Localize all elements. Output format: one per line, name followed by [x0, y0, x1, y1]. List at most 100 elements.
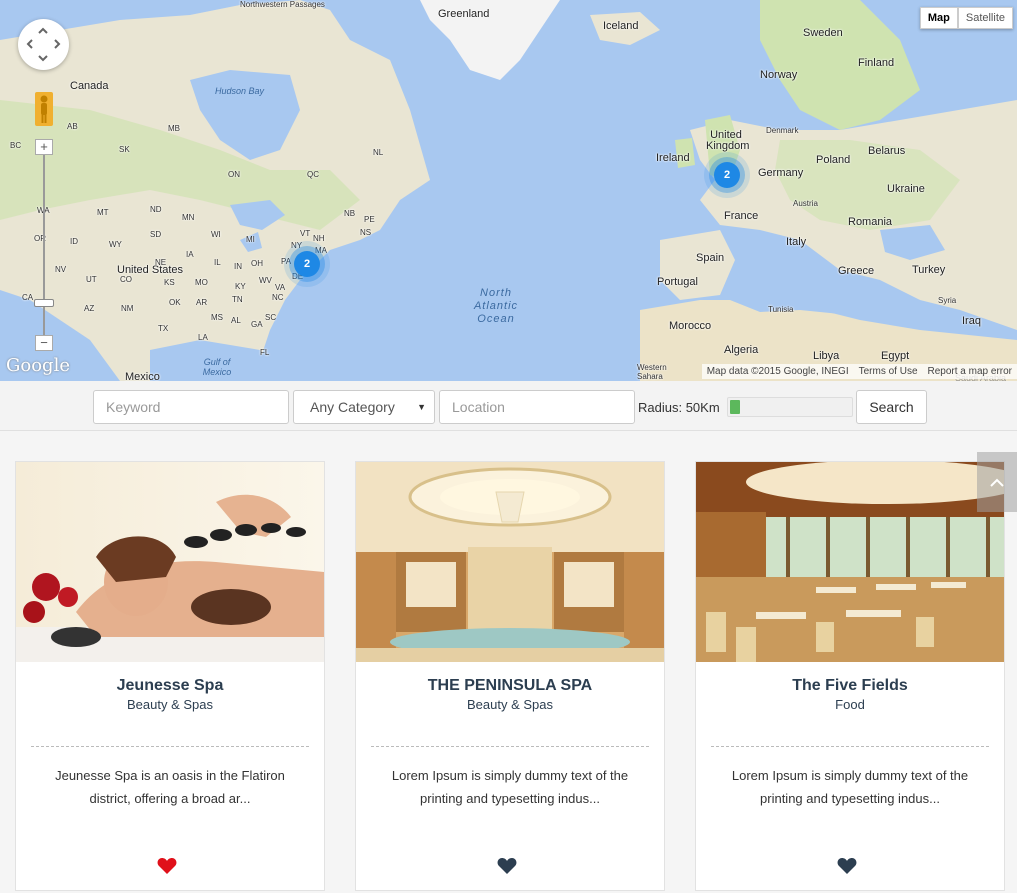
map-label-la: LA — [198, 333, 208, 342]
map-label-iraq: Iraq — [962, 315, 981, 327]
map-label-germany: Germany — [758, 167, 804, 179]
map-label-western-sahara: Western Sahara — [637, 363, 667, 381]
map-type-satellite-button[interactable]: Satellite — [957, 7, 1013, 29]
map-label-mt: MT — [97, 208, 109, 217]
zoom-out-button[interactable]: − — [35, 335, 53, 351]
map-label-turkey: Turkey — [912, 264, 946, 276]
map-cluster-marker[interactable]: 2 — [294, 251, 320, 277]
map-label-denmark: Denmark — [766, 126, 799, 135]
map-label-mexico: Mexico — [125, 371, 160, 381]
map-label-il: IL — [214, 258, 221, 267]
map-label-wy: WY — [109, 240, 122, 249]
map-label-ukraine: Ukraine — [887, 183, 925, 195]
listing-title[interactable]: The Five Fields — [696, 677, 1004, 695]
map-label-ma: MA — [315, 246, 327, 255]
map-label-libya: Libya — [813, 350, 840, 362]
listing-category: Beauty & Spas — [127, 697, 213, 712]
map[interactable]: Northwestern Passages Greenland Iceland … — [0, 0, 1017, 381]
map-label-ks: KS — [164, 278, 175, 287]
map-label-ns: NS — [360, 228, 372, 237]
map-label-north-atlantic-ocean: North Atlantic Ocean — [473, 287, 519, 325]
divider — [711, 746, 989, 747]
map-label-va: VA — [275, 283, 286, 292]
listing-title[interactable]: THE PENINSULA SPA — [356, 677, 664, 695]
radius-label: Radius: 50Km — [638, 400, 720, 415]
map-label-ga: GA — [251, 320, 263, 329]
restaurant-interior-photo — [696, 462, 1004, 662]
map-label-mb: MB — [168, 124, 180, 133]
map-label-nb: NB — [344, 209, 356, 218]
map-label-al: AL — [231, 316, 241, 325]
map-label-oh: OH — [251, 259, 263, 268]
map-label-pa: PA — [281, 257, 292, 266]
report-map-error-link[interactable]: Report a map error — [922, 364, 1017, 379]
listing-photo[interactable] — [16, 462, 324, 662]
category-select[interactable]: Any Category ▼ — [293, 390, 435, 424]
map-label-az: AZ — [84, 304, 95, 313]
heart-icon[interactable] — [157, 857, 177, 875]
listing-card[interactable]: The Five Fields Food Lorem Ipsum is simp… — [695, 461, 1005, 891]
map-label-egypt: Egypt — [881, 350, 910, 362]
radius-slider[interactable] — [727, 397, 853, 417]
map-label-ireland: Ireland — [656, 152, 690, 164]
map-label-ut: UT — [86, 275, 97, 284]
map-cluster-marker[interactable]: 2 — [714, 162, 740, 188]
map-label-co: CO — [120, 275, 132, 284]
category-select-value: Any Category — [310, 399, 395, 415]
map-label-ok: OK — [169, 298, 181, 307]
map-label-ia: IA — [186, 250, 194, 259]
map-label-canada: Canada — [70, 80, 109, 92]
map-pan-control[interactable] — [18, 19, 69, 70]
listing-card[interactable]: THE PENINSULA SPA Beauty & Spas Lorem Ip… — [355, 461, 665, 891]
map-label-wi: WI — [211, 230, 221, 239]
map-label-united-kingdom: United Kingdom — [706, 129, 750, 152]
chevron-up-icon — [990, 478, 1004, 487]
map-type-map-button[interactable]: Map — [919, 7, 958, 29]
radius-slider-fill[interactable] — [730, 400, 740, 414]
map-label-northwestern-passages: Northwestern Passages — [240, 0, 325, 9]
map-label-id: ID — [70, 237, 78, 246]
map-label-tunisia: Tunisia — [768, 305, 794, 314]
map-label-austria: Austria — [793, 199, 818, 208]
map-attribution: Map data ©2015 Google, INEGI Terms of Us… — [701, 364, 1017, 379]
scroll-to-top-button[interactable] — [977, 452, 1017, 512]
map-label-nh: NH — [313, 234, 325, 243]
map-label-mn: MN — [182, 213, 195, 222]
street-view-pegman-icon[interactable] — [35, 92, 53, 126]
heart-icon[interactable] — [497, 857, 517, 875]
divider — [371, 746, 649, 747]
map-label-italy: Italy — [786, 236, 807, 248]
map-label-belarus: Belarus — [868, 145, 906, 157]
map-label-finland: Finland — [858, 57, 895, 69]
map-label-morocco: Morocco — [669, 320, 712, 332]
map-label-iceland: Iceland — [603, 20, 639, 32]
listing-photo[interactable] — [696, 462, 1004, 662]
map-label-sweden: Sweden — [803, 27, 843, 39]
map-label-nm: NM — [121, 304, 134, 313]
map-label-mo: MO — [195, 278, 208, 287]
zoom-slider-track[interactable] — [43, 145, 45, 345]
map-label-sd: SD — [150, 230, 162, 239]
zoom-in-button[interactable]: + — [35, 139, 53, 155]
spa-pool-hall-photo — [356, 462, 664, 662]
terms-of-use-link[interactable]: Terms of Use — [853, 364, 923, 379]
heart-icon[interactable] — [837, 857, 857, 875]
map-label-algeria: Algeria — [724, 344, 759, 356]
listing-category: Beauty & Spas — [467, 697, 553, 712]
map-label-ca: CA — [22, 293, 34, 302]
location-input[interactable]: Location — [439, 390, 635, 424]
map-label-ar: AR — [196, 298, 208, 307]
listing-card[interactable]: Jeunesse Spa Beauty & Spas Jeunesse Spa … — [15, 461, 325, 891]
listing-photo[interactable] — [356, 462, 664, 662]
keyword-input[interactable]: Keyword — [93, 390, 289, 424]
map-label-gulf-of-mexico: Gulf of Mexico — [202, 357, 232, 377]
search-button[interactable]: Search — [856, 390, 927, 424]
listing-title[interactable]: Jeunesse Spa — [16, 677, 324, 695]
map-label-bc: BC — [10, 141, 22, 150]
google-logo: Google — [6, 355, 70, 376]
map-label-wv: WV — [259, 276, 272, 285]
map-type-control: Map Satellite — [919, 7, 1013, 29]
zoom-slider-handle[interactable] — [34, 299, 54, 307]
map-label-greece: Greece — [838, 265, 875, 277]
map-label-spain: Spain — [696, 252, 725, 264]
